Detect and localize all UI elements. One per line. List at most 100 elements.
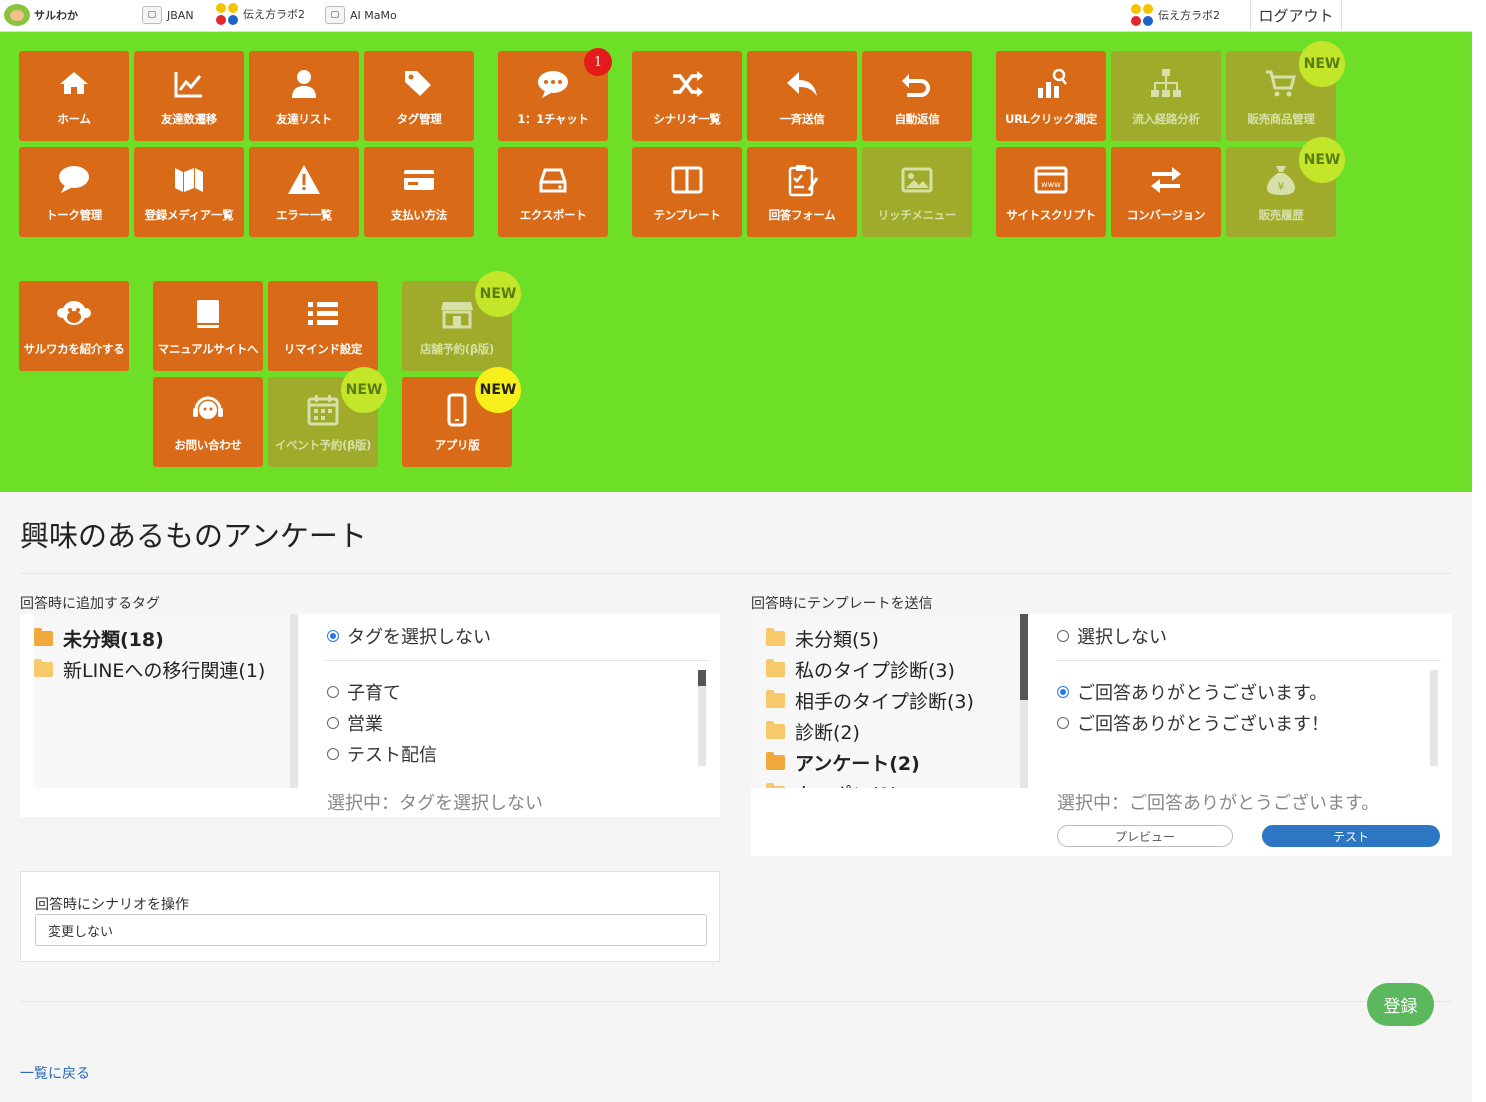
drive-icon	[533, 161, 573, 199]
user-icon	[284, 65, 324, 103]
speech-bubble-icon	[54, 161, 94, 199]
tag-panel: 未分類(18) 新LINEへの移行関連(1) タグを選択しない 子育て 営業 テ…	[20, 614, 720, 817]
monkey-logo-icon	[4, 4, 30, 26]
media-icon	[169, 161, 209, 199]
template-folder[interactable]: アンケート(2)	[766, 749, 920, 776]
menu-tile-label: 登録メディア一覧	[144, 208, 234, 222]
account-switch-aimamo[interactable]: AI MaMo	[325, 6, 397, 24]
radio-icon	[327, 686, 339, 698]
template-option[interactable]: ご回答ありがとうございます！	[1057, 710, 1329, 736]
line-chart-icon	[169, 65, 209, 103]
menu-tile-label: URLクリック測定	[1005, 112, 1097, 126]
warning-icon	[284, 161, 324, 199]
account-switch-jban[interactable]: JBAN	[142, 6, 194, 24]
menu-tile-drive[interactable]: エクスポート	[498, 147, 608, 237]
menu-tile-label: 回答フォーム	[768, 208, 836, 222]
menu-tile-line-chart[interactable]: 友達数遷移	[134, 51, 244, 141]
menu-tile-label: 友達数遷移	[161, 112, 217, 126]
home-icon	[54, 65, 94, 103]
menu-tile-warning[interactable]: エラー一覧	[249, 147, 359, 237]
template-folder[interactable]: 相手のタイプ診断(3)	[766, 687, 974, 714]
menu-tile-click-analytics[interactable]: URLクリック測定	[996, 51, 1106, 141]
tag-option[interactable]: 子育て	[327, 679, 401, 705]
menu-tile-columns[interactable]: テンプレート	[632, 147, 742, 237]
menu-tile-reply[interactable]: 一斉送信	[747, 51, 857, 141]
app-logo[interactable]: サルわか	[4, 4, 78, 26]
menu-tile-exchange[interactable]: コンバージョン	[1111, 147, 1221, 237]
folder-open-icon	[766, 752, 785, 770]
menu-tile-label: テンプレート	[653, 208, 721, 222]
menu-tile-clipboard[interactable]: 回答フォーム	[747, 147, 857, 237]
back-to-list-link[interactable]: 一覧に戻る	[20, 1063, 90, 1083]
menu-tile-browser[interactable]: www サイトスクリプト	[996, 147, 1106, 237]
menu-tile-speech-bubble[interactable]: トーク管理	[19, 147, 129, 237]
folder-scrollbar[interactable]	[290, 614, 298, 788]
page-title: 興味のあるものアンケート	[20, 519, 367, 553]
account-name: JBAN	[167, 8, 194, 22]
option-label: ご回答ありがとうございます。	[1077, 683, 1328, 704]
scenario-select[interactable]: 変更しない	[35, 914, 707, 946]
new-badge: NEW	[1299, 41, 1345, 87]
tag-option[interactable]: テスト配信	[327, 741, 437, 767]
no-image-icon	[325, 6, 345, 24]
tag-selected-text: 選択中：タグを選択しない	[327, 793, 543, 814]
radio-selected-icon	[327, 630, 339, 642]
template-option[interactable]: ご回答ありがとうございます。	[1057, 679, 1327, 705]
menu-tile-label: エラー一覧	[276, 208, 332, 222]
menu-tile-user[interactable]: 友達リスト	[249, 51, 359, 141]
menu-tile-credit-card[interactable]: 支払い方法	[364, 147, 474, 237]
click-analytics-icon	[1031, 65, 1071, 103]
tags-icon	[399, 65, 439, 103]
current-account[interactable]: 伝え方ラボ2	[1131, 4, 1220, 26]
divider	[20, 1001, 1452, 1002]
menu-tile-label: 販売履歴	[1258, 208, 1304, 222]
menu-tile-monkey[interactable]: サルワカを紹介する	[19, 281, 129, 371]
folder-icon	[766, 721, 785, 739]
template-none-option[interactable]: 選択しない	[1057, 623, 1167, 649]
option-scroll-thumb[interactable]	[698, 670, 706, 686]
preview-button[interactable]: プレビュー	[1057, 825, 1233, 847]
svg-text:¥: ¥	[1278, 180, 1285, 193]
menu-tile-book[interactable]: マニュアルサイトへ	[153, 281, 263, 371]
tag-option[interactable]: 営業	[327, 710, 383, 736]
template-folder[interactable]: 診断(2)	[766, 718, 860, 745]
current-account-name: 伝え方ラボ2	[1158, 9, 1220, 22]
option-scrollbar[interactable]	[1430, 670, 1438, 766]
logout-button[interactable]: ログアウト	[1250, 0, 1342, 30]
menu-tile-label: サルワカを紹介する	[23, 342, 125, 356]
menu-tile-undo[interactable]: 自動返信	[862, 51, 972, 141]
tag-folder[interactable]: 新LINEへの移行関連(1)	[34, 656, 265, 683]
radio-icon	[327, 748, 339, 760]
account-switch-tsutaekata[interactable]: 伝え方ラボ2	[216, 3, 305, 25]
new-badge: NEW	[1299, 137, 1345, 183]
menu-tile-label: イベント予約(β版)	[274, 438, 372, 452]
test-button[interactable]: テスト	[1262, 825, 1440, 847]
register-button[interactable]: 登録	[1367, 983, 1434, 1026]
reply-icon	[782, 65, 822, 103]
menu-tile-list[interactable]: リマインド設定	[268, 281, 378, 371]
menu-tile-sitemap[interactable]: 流入経路分析	[1111, 51, 1221, 141]
color-dots-icon	[216, 3, 238, 25]
menu-tile-shuffle[interactable]: シナリオ一覧	[632, 51, 742, 141]
option-label: 選択しない	[1077, 627, 1167, 648]
menu-tile-label: コンバージョン	[1126, 208, 1206, 222]
main-menu: ホーム 友達数遷移 友達リスト タグ管理 1：1チャット 1 シナリオ一覧 一斉送信 自動返信 U…	[0, 32, 1472, 492]
folder-icon	[766, 690, 785, 708]
radio-icon	[327, 717, 339, 729]
tag-folder[interactable]: 未分類(18)	[34, 625, 164, 652]
menu-tile-home[interactable]: ホーム	[19, 51, 129, 141]
menu-tile-label: リマインド設定	[283, 342, 363, 356]
menu-tile-image[interactable]: リッチメニュー	[862, 147, 972, 237]
no-image-icon	[142, 6, 162, 24]
tag-none-option[interactable]: タグを選択しない	[327, 623, 491, 649]
folder-icon	[766, 628, 785, 646]
template-folder[interactable]: クーポン(1)	[766, 780, 898, 788]
menu-tile-tags[interactable]: タグ管理	[364, 51, 474, 141]
template-folder[interactable]: 私のタイプ診断(3)	[766, 656, 955, 683]
menu-tile-headset[interactable]: お問い合わせ	[153, 377, 263, 467]
folder-name: 診断(2)	[795, 722, 860, 744]
template-folder[interactable]: 未分類(5)	[766, 625, 879, 652]
menu-tile-media[interactable]: 登録メディア一覧	[134, 147, 244, 237]
folder-scroll-thumb[interactable]	[1020, 614, 1028, 700]
book-icon	[188, 295, 228, 333]
